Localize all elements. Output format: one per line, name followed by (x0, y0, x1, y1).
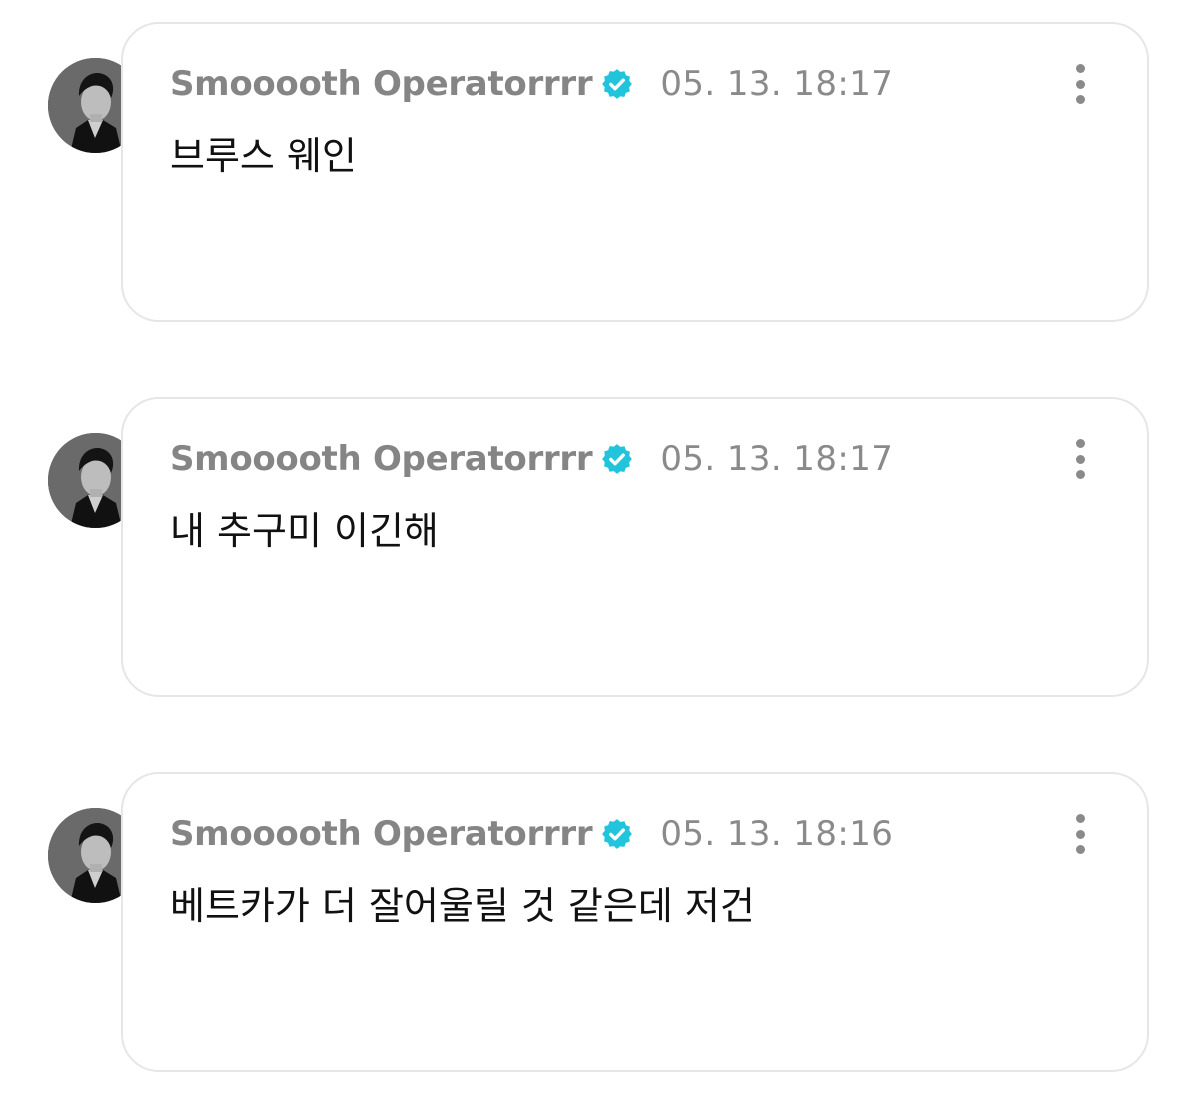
verified-badge-icon (600, 67, 634, 101)
author-name[interactable]: Smooooth Operatorrrr (170, 439, 593, 479)
comment-item: Smooooth Operatorrrr 05. 13. 18:17 내 추구미… (0, 397, 1200, 697)
timestamp: 05. 13. 18:16 (660, 814, 894, 854)
comment-header: Smooooth Operatorrrr 05. 13. 18:17 (170, 62, 893, 106)
verified-badge-icon (600, 442, 634, 476)
comment-item: Smooooth Operatorrrr 05. 13. 18:16 베트카가 … (0, 772, 1200, 1072)
comment-card: Smooooth Operatorrrr 05. 13. 18:17 내 추구미… (121, 397, 1149, 697)
comment-text: 브루스 웨인 (170, 134, 357, 178)
comment-header: Smooooth Operatorrrr 05. 13. 18:16 (170, 812, 893, 856)
author-name[interactable]: Smooooth Operatorrrr (170, 814, 593, 854)
comment-text: 내 추구미 이긴해 (170, 509, 439, 553)
more-vertical-icon[interactable] (1065, 60, 1095, 108)
comment-card: Smooooth Operatorrrr 05. 13. 18:17 브루스 웨… (121, 22, 1149, 322)
comment-text: 베트카가 더 잘어울릴 것 같은데 저건 (170, 884, 755, 928)
comment-header: Smooooth Operatorrrr 05. 13. 18:17 (170, 437, 893, 481)
verified-badge-icon (600, 817, 634, 851)
more-vertical-icon[interactable] (1065, 435, 1095, 483)
timestamp: 05. 13. 18:17 (660, 439, 894, 479)
more-vertical-icon[interactable] (1065, 810, 1095, 858)
comment-item: Smooooth Operatorrrr 05. 13. 18:17 브루스 웨… (0, 22, 1200, 322)
comment-card: Smooooth Operatorrrr 05. 13. 18:16 베트카가 … (121, 772, 1149, 1072)
timestamp: 05. 13. 18:17 (660, 64, 894, 104)
author-name[interactable]: Smooooth Operatorrrr (170, 64, 593, 104)
